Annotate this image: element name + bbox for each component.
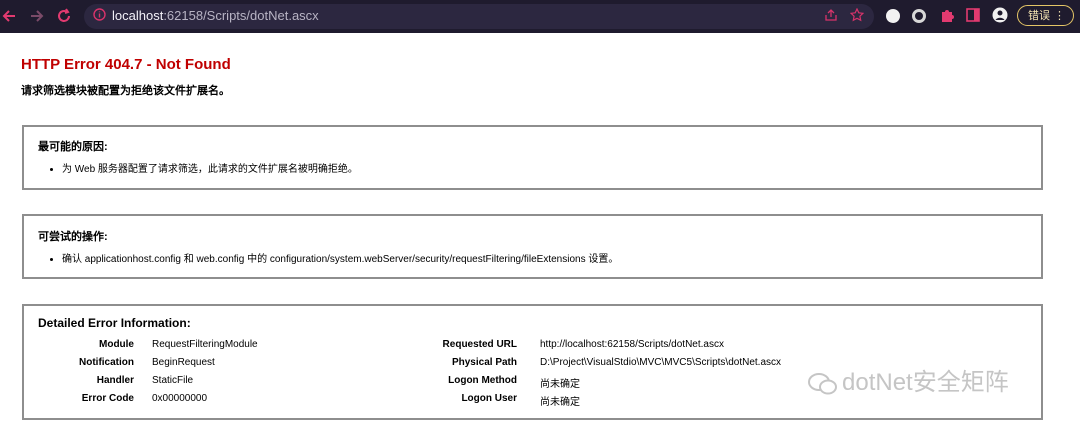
things-to-try-list: 确认 applicationhost.config 和 web.config 中… [62,250,618,265]
detail-label: Handler [96,375,134,386]
watermark: dotNet安全矩阵 [808,362,1009,397]
error-title: HTTP Error 404.7 - Not Found [21,56,231,73]
url-path: :62158/Scripts/dotNet.ascx [163,8,319,23]
more-menu-icon[interactable]: ⋮ [1044,6,1065,27]
error-badge-button[interactable]: 错误 ⋮ [1017,5,1074,26]
detailed-error-heading: Detailed Error Information: [38,316,191,330]
detail-value: StaticFile [152,375,194,386]
chat-bubbles-icon [808,372,838,396]
site-info-icon[interactable] [93,8,106,24]
extension-dot-icon[interactable] [886,9,900,23]
detail-label: Requested URL [442,339,517,350]
likely-cause-item: 为 Web 服务器配置了请求筛选，此请求的文件扩展名被明确拒绝。 [62,160,358,175]
url-text[interactable]: localhost:62158/Scripts/dotNet.ascx [112,8,319,23]
back-arrow-icon[interactable] [0,6,20,26]
likely-causes-heading: 最可能的原因: [38,141,108,153]
likely-causes-list: 为 Web 服务器配置了请求筛选，此请求的文件扩展名被明确拒绝。 [62,160,358,175]
url-host: localhost [112,8,164,23]
things-to-try-heading: 可尝试的操作: [38,231,108,243]
detail-label: Physical Path [451,357,517,368]
detail-value: BeginRequest [152,357,215,368]
detail-value: http://localhost:62158/Scripts/dotNet.as… [540,339,724,350]
puzzle-extensions-icon[interactable] [937,7,957,27]
detail-label: Error Code [81,393,134,404]
reload-icon[interactable] [54,6,74,26]
detail-value: 0x00000000 [152,393,208,404]
browser-toolbar: localhost:62158/Scripts/dotNet.ascx 错误 ⋮ [0,0,1080,33]
detail-value: D:\Project\VisualStdio\MVC\MVC5\Scripts\… [540,357,782,368]
detail-label: Logon User [461,393,517,404]
things-to-try-item: 确认 applicationhost.config 和 web.config 中… [62,250,618,265]
detail-label: Logon Method [448,375,517,386]
error-subtitle: 请求筛选模块被配置为拒绝该文件扩展名。 [21,85,230,97]
detail-value: 尚未确定 [540,379,580,390]
detail-value: RequestFilteringModule [152,339,258,350]
side-panel-icon[interactable] [963,7,983,27]
likely-causes-panel: 最可能的原因: 为 Web 服务器配置了请求筛选，此请求的文件扩展名被明确拒绝。 [22,125,1043,190]
things-to-try-panel: 可尝试的操作: 确认 applicationhost.config 和 web.… [22,214,1043,279]
bookmark-star-icon[interactable] [849,7,865,25]
forward-arrow-icon[interactable] [26,6,46,26]
profile-avatar-icon[interactable] [990,7,1010,27]
detail-label: Notification [79,357,134,368]
watermark-text: dotNet安全矩阵 [842,369,1009,396]
share-icon[interactable] [824,8,838,25]
detail-value: 尚未确定 [540,397,580,408]
detail-label: Module [99,339,134,350]
extension-ring-icon[interactable] [912,9,926,23]
